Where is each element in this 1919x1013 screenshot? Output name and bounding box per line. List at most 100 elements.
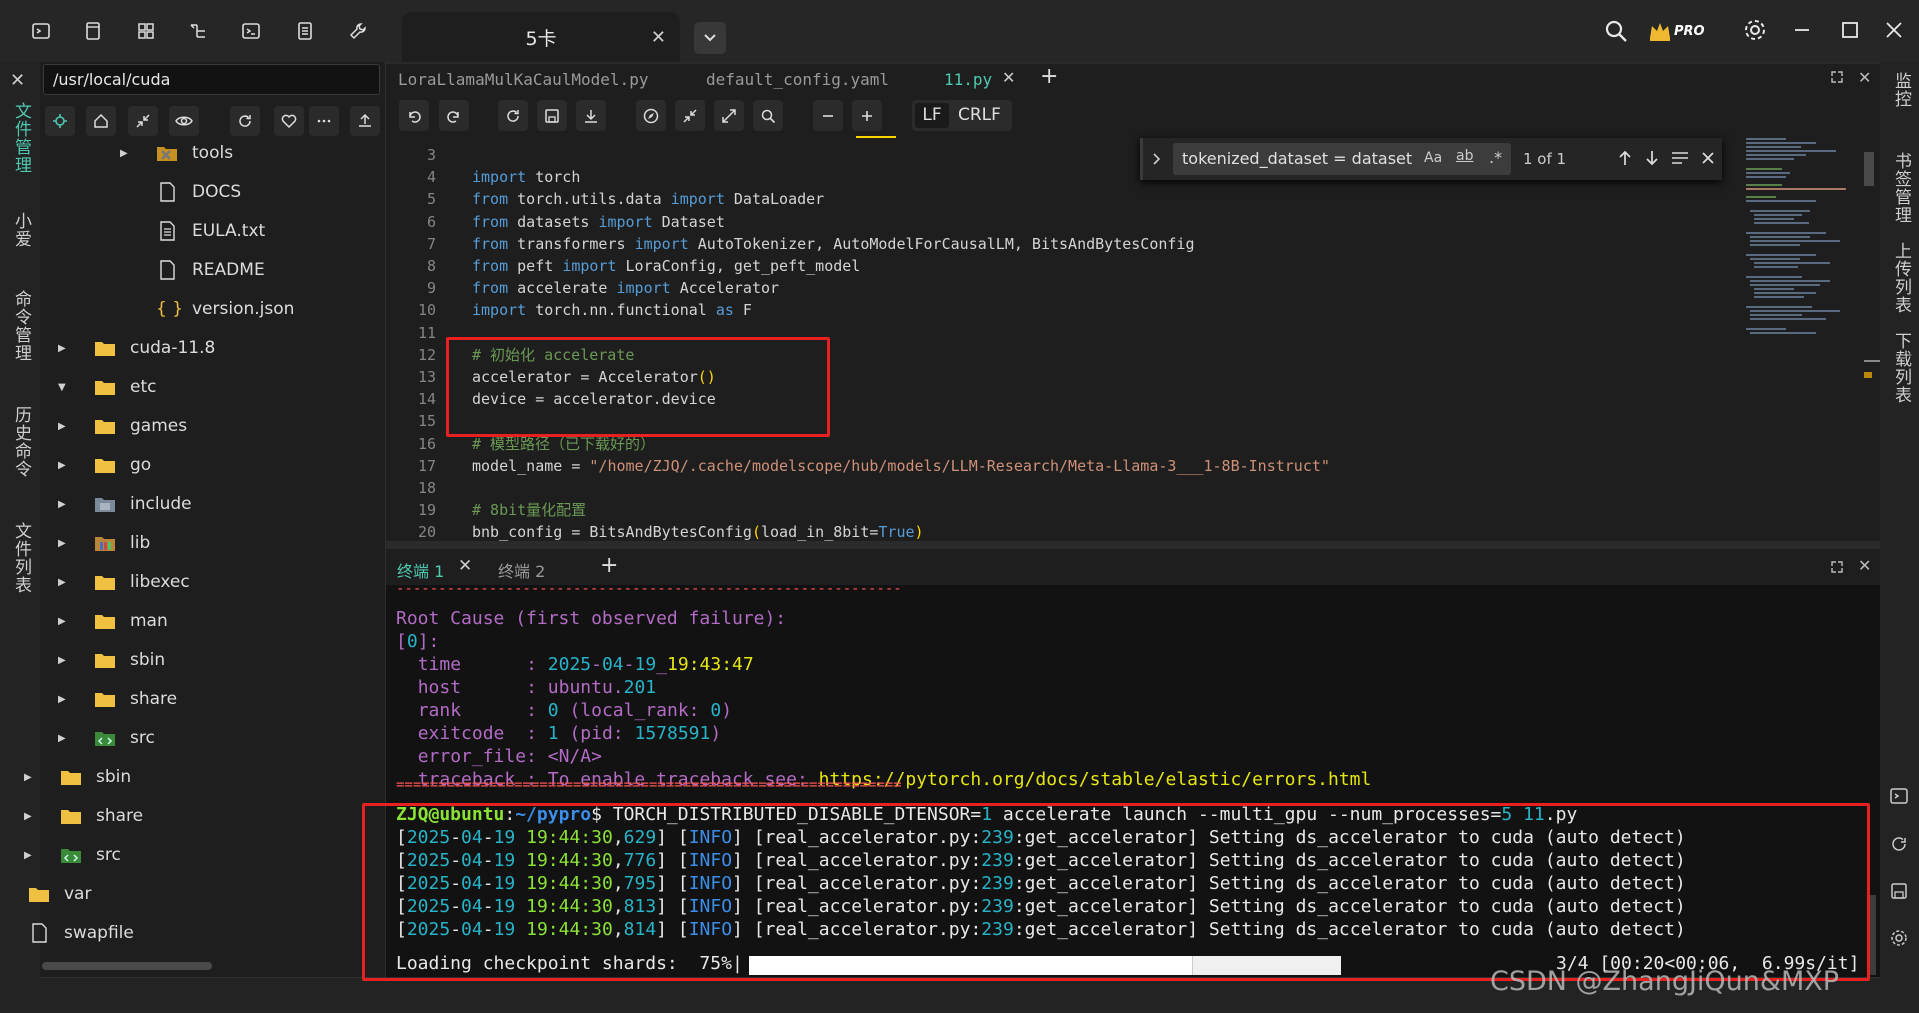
undo-icon[interactable] [399,100,429,131]
nav-file-manager[interactable]: 文件管理 [9,102,34,174]
code-line[interactable]: 7 from transformers import AutoTokenizer,… [386,233,1195,255]
session-tab[interactable]: 5卡 ✕ [402,12,680,62]
close-window-icon[interactable] [1884,20,1904,40]
tree-item-etc[interactable]: ▼ etc [58,371,156,403]
code-line[interactable]: 8 from peft import LoraConfig, get_peft_m… [386,255,860,277]
caret-right-icon[interactable]: ▶ [58,616,68,627]
tree-item-share[interactable]: ▶ share [24,800,143,832]
upload-icon[interactable] [350,106,380,136]
tree-item-src[interactable]: ▶ src [58,722,155,754]
new-tab-icon[interactable]: + [1040,64,1058,89]
tree-item-sbin[interactable]: ▶ sbin [58,644,165,676]
home-icon[interactable] [86,106,116,136]
maximize-terminal-icon[interactable] [1830,560,1844,574]
maximize-editor-icon[interactable] [1830,70,1844,84]
path-input[interactable] [43,64,380,95]
refresh-side-icon[interactable] [1890,835,1908,853]
nav-download-list[interactable]: 下载列表 [1889,332,1914,404]
shrink-icon[interactable] [675,100,705,131]
close-panel-icon[interactable]: ✕ [10,70,25,91]
close-tab-icon[interactable]: ✕ [651,27,666,48]
code-line[interactable]: 17 model_name = "/home/ZJQ/.cache/modelsc… [386,455,1330,477]
nav-monitor[interactable]: 监控 [1889,72,1914,108]
caret-right-icon[interactable]: ▶ [58,421,68,432]
caret-right-icon[interactable]: ▶ [0,889,2,900]
close-terminal-icon[interactable]: ✕ [1858,556,1871,575]
nav-history[interactable]: 历史命令 [9,406,34,478]
tab-lora-model[interactable]: LoraLlamaMulKaCaulModel.py [398,70,648,89]
new-terminal-icon[interactable]: + [600,553,618,578]
code-line[interactable]: 6 from datasets import Dataset [386,211,725,233]
grid-icon[interactable] [131,16,161,46]
caret-right-icon[interactable]: ▶ [58,343,68,354]
file-icon[interactable] [78,16,108,46]
redo-icon[interactable] [439,100,469,131]
terminal-side-icon[interactable] [1890,787,1908,805]
nav-command-manager[interactable]: 命令管理 [9,290,34,362]
save-side-icon[interactable] [1890,882,1908,900]
tree-item-var[interactable]: ▶ var [0,878,91,910]
more-icon[interactable] [309,106,339,136]
nav-xiaoai[interactable]: 小爱 [9,212,34,248]
tree-item-tools[interactable]: ▶ tools [120,137,233,169]
download-icon[interactable] [576,100,606,131]
code-minimap[interactable] [1746,134,1866,354]
chevron-right-icon[interactable] [1152,152,1162,166]
pro-badge[interactable]: PRO [1648,19,1718,43]
tab-dropdown-button[interactable] [694,22,726,54]
caret-right-icon[interactable]: ▶ [120,148,130,159]
zoom-out-icon[interactable] [813,100,843,131]
terminal-icon[interactable] [26,16,56,46]
shell-icon[interactable] [236,16,266,46]
tree-item-cuda-11-8[interactable]: ▶ cuda-11.8 [58,332,215,364]
nav-upload-list[interactable]: 上传列表 [1889,242,1914,314]
tree-item-man[interactable]: ▶ man [58,605,168,637]
close-find-icon[interactable] [1701,151,1715,165]
close-editor-tab-icon[interactable]: ✕ [1002,68,1015,87]
expand-icon[interactable] [714,100,744,131]
match-case-option[interactable]: Aa [1424,150,1442,166]
tree-item-share[interactable]: ▶ share [58,683,177,715]
caret-right-icon[interactable]: ▶ [58,538,68,549]
caret-right-icon[interactable]: ▶ [24,850,34,861]
tree-item-src[interactable]: ▶ src [24,839,121,871]
heart-icon[interactable] [274,106,304,136]
settings-gear-icon[interactable] [1743,18,1767,42]
caret-right-icon[interactable]: ▶ [58,655,68,666]
locate-icon[interactable] [45,106,75,136]
terminal-tab-2[interactable]: 终端 2 [498,558,545,582]
pane-splitter[interactable] [386,541,1880,549]
search-icon[interactable] [1603,18,1629,44]
tree-item-lib[interactable]: ▶ lib [58,527,150,559]
caret-right-icon[interactable]: ▶ [24,811,34,822]
code-line[interactable]: 5 from torch.utils.data import DataLoader [386,188,824,210]
tab-11-py[interactable]: 11.py [944,70,992,89]
nav-bookmarks[interactable]: 书签管理 [1889,152,1914,224]
maximize-icon[interactable] [1840,20,1860,40]
tree-item-include[interactable]: ▶ include [58,488,192,520]
collapse-icon[interactable] [128,106,158,136]
minimize-icon[interactable] [1792,20,1812,40]
tree-item-docs[interactable]: DOCS [120,176,241,208]
reload-icon[interactable] [498,100,528,131]
tree-item-sbin[interactable]: ▶ sbin [24,761,131,793]
tree-item-swapfile[interactable]: swapfile [0,917,134,949]
editor-scrollbar[interactable] [1864,152,1874,186]
crlf-option[interactable]: CRLF [958,103,1001,128]
nav-file-list[interactable]: 文件列表 [9,522,34,594]
find-icon[interactable] [753,100,783,131]
zoom-in-icon[interactable] [852,100,882,131]
tree-item-version-json[interactable]: { } version.json [120,293,294,325]
gear-side-icon[interactable] [1890,929,1908,947]
arrow-up-icon[interactable] [1617,149,1633,167]
tree-item-games[interactable]: ▶ games [58,410,187,442]
caret-right-icon[interactable]: ▶ [58,733,68,744]
sidebar-scrollbar[interactable] [42,962,212,970]
whole-word-option[interactable]: ab [1456,148,1473,164]
tree-item-libexec[interactable]: ▶ libexec [58,566,190,598]
caret-right-icon[interactable]: ▶ [58,577,68,588]
code-line[interactable]: 4 import torch [386,166,580,188]
lf-option[interactable]: LF [915,103,949,128]
tree-item-eula-txt[interactable]: EULA.txt [120,215,265,247]
compass-icon[interactable] [636,100,666,131]
